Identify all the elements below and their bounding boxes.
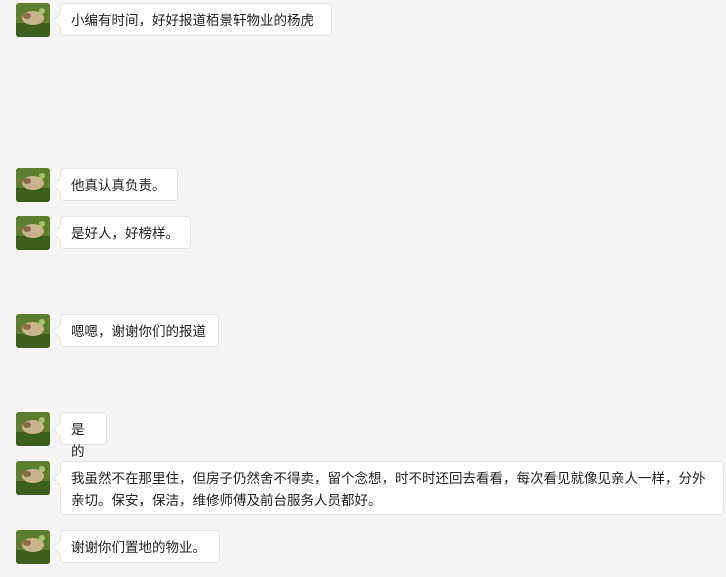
message-bubble: 他真认真负责。 <box>60 168 178 201</box>
message-bubble: 谢谢你们置地的物业。 <box>60 530 220 563</box>
user-avatar-icon[interactable] <box>16 216 50 250</box>
user-avatar-icon[interactable] <box>16 168 50 202</box>
message-text: 是的 <box>71 422 85 460</box>
message-bubble: 小编有时间，好好报道栢景轩物业的杨虎 <box>60 3 332 36</box>
message-bubble: 是好人，好榜样。 <box>60 216 191 249</box>
user-avatar-icon[interactable] <box>16 3 50 37</box>
user-avatar-icon[interactable] <box>16 530 50 564</box>
message-text: 我虽然不在那里住，但房子仍然舍不得卖，留个念想，时不时还回去看看，每次看见就像见… <box>71 471 706 509</box>
user-avatar-icon[interactable] <box>16 461 50 495</box>
message-text: 他真认真负责。 <box>71 178 166 194</box>
user-avatar-icon[interactable] <box>16 412 50 446</box>
message-text: 小编有时间，好好报道栢景轩物业的杨虎 <box>71 13 314 29</box>
message-bubble: 嗯嗯，谢谢你们的报道 <box>60 314 219 347</box>
user-avatar-icon[interactable] <box>16 314 50 348</box>
message-bubble: 是的 <box>60 412 107 460</box>
chat-message-list: 小编有时间，好好报道栢景轩物业的杨虎 他真认真负责。 是好人，好榜样。 嗯嗯，谢… <box>0 0 726 577</box>
message-text: 谢谢你们置地的物业。 <box>71 540 206 556</box>
message-text: 是好人，好榜样。 <box>71 226 179 242</box>
message-bubble: 我虽然不在那里住，但房子仍然舍不得卖，留个念想，时不时还回去看看，每次看见就像见… <box>60 461 724 515</box>
message-text: 嗯嗯，谢谢你们的报道 <box>71 324 206 340</box>
